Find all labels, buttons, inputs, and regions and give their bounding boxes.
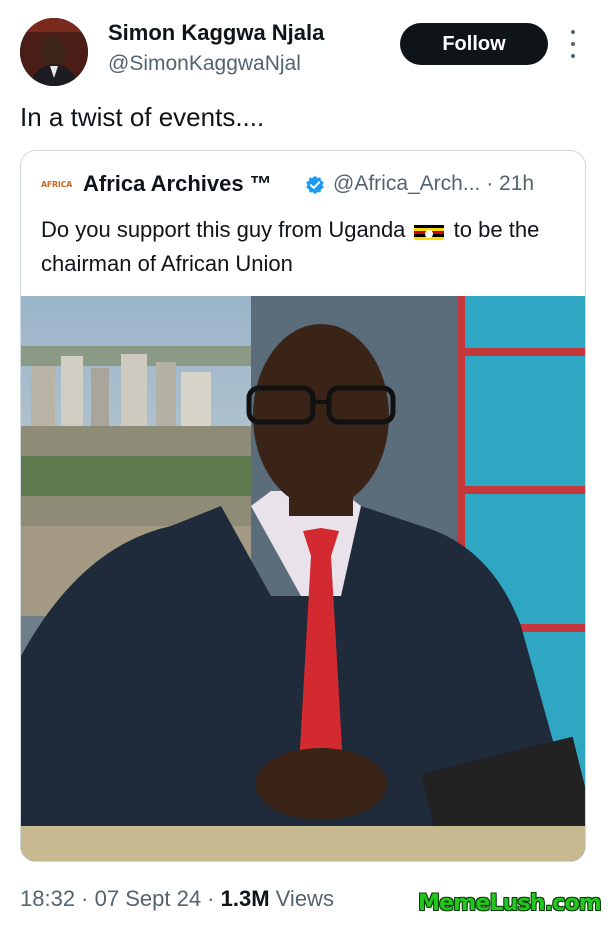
more-vertical-icon[interactable] <box>566 30 580 58</box>
tweet-meta: 18:32 · 07 Sept 24 · 1.3M Views <box>20 886 334 912</box>
author-handle[interactable]: @SimonKaggwaNjal <box>108 52 301 76</box>
quote-text: Do you support this guy from Uganda to b… <box>41 213 561 281</box>
quote-tweet-card[interactable]: AFRICA Africa Archives ™ @Africa_Arch...… <box>20 150 586 862</box>
verified-badge-icon <box>306 175 324 195</box>
tweet-time[interactable]: 18:32 <box>20 886 75 911</box>
separator: · <box>480 172 500 195</box>
watermark: MemeLush.com <box>418 891 602 916</box>
tweet-text: In a twist of events.... <box>20 102 265 132</box>
follow-button[interactable]: Follow <box>400 23 548 65</box>
separator: · <box>75 886 95 911</box>
separator: · <box>201 886 221 911</box>
quote-author-name[interactable]: Africa Archives ™ <box>83 171 272 197</box>
tweet-date[interactable]: 07 Sept 24 <box>95 886 201 911</box>
views-count: 1.3M <box>220 886 270 911</box>
author-avatar[interactable] <box>20 18 88 86</box>
quote-text-part-1: Do you support this guy from Uganda <box>41 217 406 242</box>
uganda-flag-icon <box>413 220 444 240</box>
quote-media-photo[interactable] <box>21 296 585 861</box>
quote-author-logo: AFRICA <box>41 180 73 189</box>
quote-handle-and-time: @Africa_Arch... · 21h <box>333 172 534 196</box>
quote-author-handle[interactable]: @Africa_Arch... <box>333 172 480 195</box>
quote-time[interactable]: 21h <box>499 172 534 195</box>
author-name[interactable]: Simon Kaggwa Njala <box>108 20 324 46</box>
views-label: Views <box>269 886 334 911</box>
